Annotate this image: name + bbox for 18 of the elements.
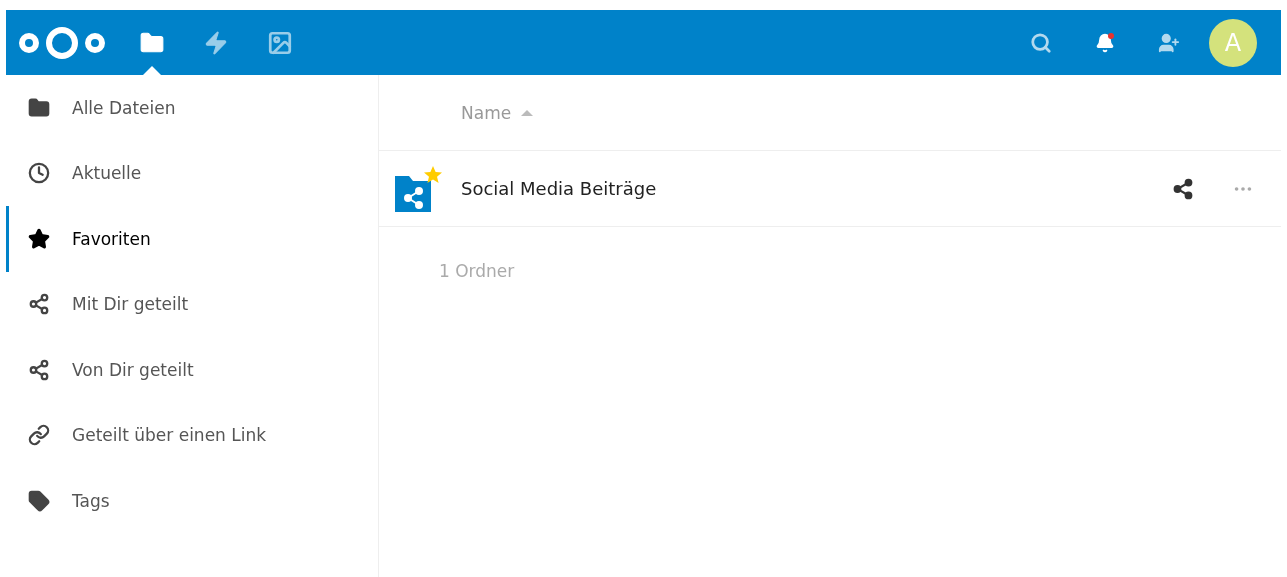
link-icon (28, 424, 50, 447)
tag-icon (28, 489, 50, 512)
sort-icon (521, 108, 534, 117)
sidebar-item[interactable]: Geteilt über einen Link (6, 402, 378, 468)
sidebar-item[interactable]: Favoriten (6, 206, 378, 272)
share-icon (28, 358, 50, 381)
sidebar-item[interactable]: Tags (6, 468, 378, 534)
star-icon[interactable] (423, 165, 443, 185)
sidebar-item[interactable]: Mit Dir geteilt (6, 271, 378, 337)
clock-icon (28, 162, 50, 185)
star-icon (28, 227, 50, 250)
folder-icon (28, 96, 50, 119)
share-icon (28, 293, 50, 316)
folder-count: 1 Ordner (438, 260, 516, 281)
sidebar-item[interactable]: Aktuelle (6, 140, 378, 206)
sidebar-item[interactable]: Von Dir geteilt (6, 337, 378, 403)
sidebar-item[interactable]: Alle Dateien (6, 75, 378, 141)
file-name[interactable]: Social Media Beiträge (461, 178, 1153, 199)
